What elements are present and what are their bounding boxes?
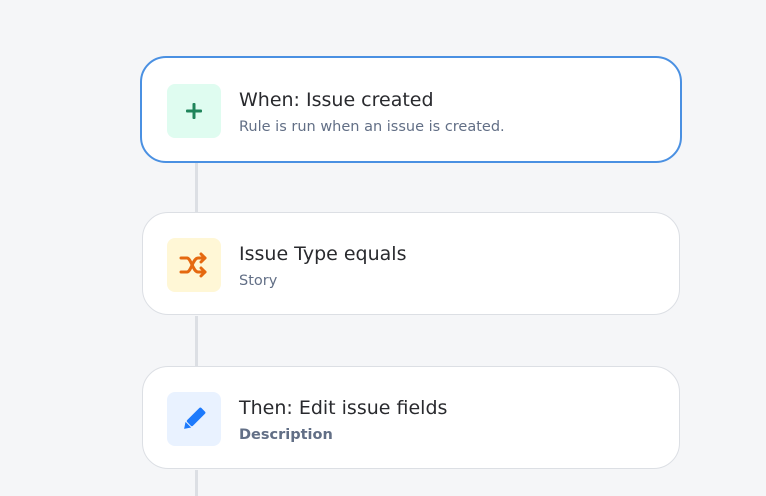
- flow-connector: [195, 316, 198, 366]
- action-title: Then: Edit issue fields: [239, 397, 448, 419]
- pencil-icon: [184, 407, 206, 429]
- action-subtitle: Description: [239, 427, 333, 443]
- condition-card[interactable]: Issue Type equals Story: [142, 212, 680, 315]
- condition-icon-box: [167, 238, 221, 292]
- trigger-title: When: Issue created: [239, 89, 434, 111]
- trigger-subtitle: Rule is run when an issue is created.: [239, 119, 505, 135]
- condition-subtitle: Story: [239, 273, 278, 289]
- trigger-card[interactable]: When: Issue created Rule is run when an …: [140, 56, 682, 163]
- shuffle-icon: [179, 252, 207, 278]
- trigger-icon-box: [167, 84, 221, 138]
- flow-connector: [195, 162, 198, 212]
- flow-connector: [195, 470, 198, 496]
- action-icon-box: [167, 392, 221, 446]
- plus-icon: [186, 103, 202, 119]
- condition-title: Issue Type equals: [239, 243, 407, 265]
- action-card[interactable]: Then: Edit issue fields Description: [142, 366, 680, 469]
